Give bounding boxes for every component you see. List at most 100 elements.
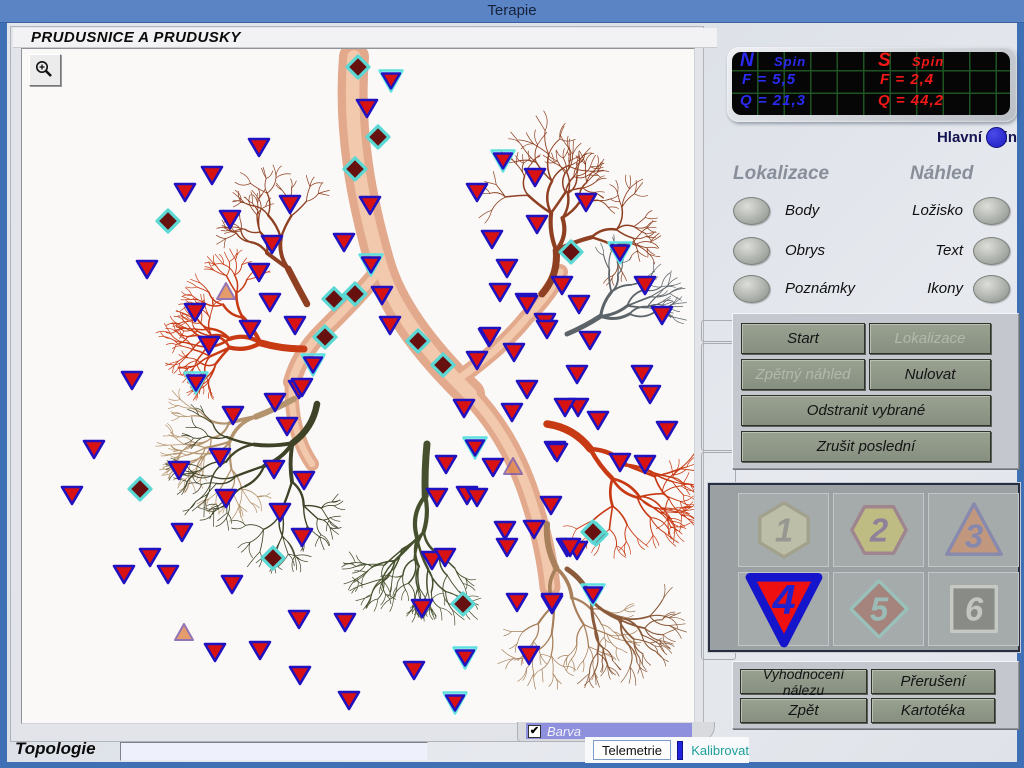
triangle-marker[interactable] (337, 689, 361, 716)
nulovat-button[interactable]: Nulovat (869, 359, 991, 390)
marker-type-6[interactable]: 6 (928, 572, 1019, 646)
diamond-marker[interactable] (312, 324, 338, 355)
triangle-marker[interactable] (156, 563, 180, 590)
triangle-marker[interactable] (290, 376, 314, 403)
triangle-marker-selected[interactable] (490, 149, 516, 178)
triangle-marker[interactable] (465, 181, 489, 208)
triangle-marker[interactable] (220, 573, 244, 600)
triangle-marker[interactable] (292, 469, 316, 496)
triangle-marker[interactable] (275, 415, 299, 442)
triangle-marker[interactable] (203, 641, 227, 668)
diamond-marker[interactable] (345, 54, 371, 85)
triangle-marker[interactable] (434, 453, 458, 480)
triangle-marker[interactable] (638, 383, 662, 410)
radio-text[interactable] (973, 237, 1010, 265)
orange-triangle-marker[interactable] (502, 456, 524, 481)
triangle-marker[interactable] (539, 494, 563, 521)
orange-triangle-marker[interactable] (173, 622, 195, 647)
triangle-marker[interactable] (586, 409, 610, 436)
triangle-marker[interactable] (505, 591, 529, 618)
triangle-marker[interactable] (370, 284, 394, 311)
triangle-marker[interactable] (522, 518, 546, 545)
lokalizace-button[interactable]: Lokalizace (869, 323, 991, 354)
orange-triangle-marker[interactable] (215, 281, 237, 306)
odstranit-vybrane-button[interactable]: Odstranit vybrané (741, 395, 991, 426)
diamond-marker[interactable] (260, 545, 286, 576)
triangle-marker-selected[interactable] (358, 253, 384, 282)
zoom-button[interactable] (29, 54, 61, 86)
triangle-marker[interactable] (333, 611, 357, 638)
diamond-marker[interactable] (558, 239, 584, 270)
triangle-marker[interactable] (60, 484, 84, 511)
marker-type-3[interactable]: 3 (928, 493, 1019, 567)
telemetrie-button[interactable]: Telemetrie (593, 740, 671, 760)
barva-checkbox[interactable]: ✔ (528, 725, 541, 738)
triangle-marker[interactable] (167, 459, 191, 486)
triangle-marker[interactable] (287, 608, 311, 635)
triangle-marker[interactable] (263, 391, 287, 418)
triangle-marker[interactable] (238, 318, 262, 345)
triangle-marker[interactable] (495, 536, 519, 563)
triangle-marker[interactable] (425, 486, 449, 513)
triangle-marker[interactable] (247, 261, 271, 288)
triangle-marker[interactable] (410, 597, 434, 624)
marker-type-2[interactable]: 2 (833, 493, 924, 567)
triangle-marker[interactable] (170, 521, 194, 548)
triangle-marker[interactable] (452, 397, 476, 424)
radio-lozisko[interactable] (973, 197, 1010, 225)
triangle-marker[interactable] (535, 318, 559, 345)
topologie-input[interactable] (120, 742, 428, 761)
triangle-marker[interactable] (258, 291, 282, 318)
triangle-marker[interactable] (355, 97, 379, 124)
triangle-marker[interactable] (214, 487, 238, 514)
kartoteka-button[interactable]: Kartotéka (871, 698, 995, 723)
radio-body[interactable] (733, 197, 770, 225)
triangle-marker[interactable] (515, 378, 539, 405)
kalibrovat-label[interactable]: Kalibrovat (691, 743, 749, 758)
triangle-marker[interactable] (278, 193, 302, 220)
triangle-marker[interactable] (495, 257, 519, 284)
triangle-marker[interactable] (558, 536, 582, 563)
triangle-marker[interactable] (500, 401, 524, 428)
diamond-marker[interactable] (342, 156, 368, 187)
triangle-marker[interactable] (135, 258, 159, 285)
triangle-marker[interactable] (82, 438, 106, 465)
diamond-marker[interactable] (365, 124, 391, 155)
triangle-marker[interactable] (488, 281, 512, 308)
triangle-marker[interactable] (247, 136, 271, 163)
triangle-marker[interactable] (268, 501, 292, 528)
triangle-marker[interactable] (574, 191, 598, 218)
triangle-marker[interactable] (465, 486, 489, 513)
triangle-marker[interactable] (480, 228, 504, 255)
triangle-marker[interactable] (540, 591, 564, 618)
diamond-marker[interactable] (127, 476, 153, 507)
zpet-button[interactable]: Zpět (740, 698, 867, 723)
triangle-marker[interactable] (218, 208, 242, 235)
triangle-marker[interactable] (502, 341, 526, 368)
diamond-marker[interactable] (430, 352, 456, 383)
triangle-marker[interactable] (515, 293, 539, 320)
triangle-marker[interactable] (550, 274, 574, 301)
triangle-marker[interactable] (633, 274, 657, 301)
zrusit-posledni-button[interactable]: Zrušit poslední (741, 431, 991, 462)
triangle-marker[interactable] (290, 526, 314, 553)
triangle-marker-selected[interactable] (183, 371, 209, 400)
triangle-marker-selected[interactable] (580, 583, 606, 612)
preruseni-button[interactable]: Přerušení (871, 669, 995, 694)
triangle-marker[interactable] (525, 213, 549, 240)
triangle-marker[interactable] (517, 644, 541, 671)
triangle-marker[interactable] (288, 664, 312, 691)
triangle-marker[interactable] (465, 349, 489, 376)
marker-type-5[interactable]: 5 (833, 572, 924, 646)
triangle-marker[interactable] (248, 639, 272, 666)
triangle-marker[interactable] (650, 304, 674, 331)
triangle-marker[interactable] (208, 446, 232, 473)
diamond-marker[interactable] (155, 208, 181, 239)
triangle-marker[interactable] (608, 451, 632, 478)
triangle-marker[interactable] (112, 563, 136, 590)
triangle-marker[interactable] (378, 314, 402, 341)
triangle-marker-selected[interactable] (442, 691, 468, 720)
triangle-marker[interactable] (433, 546, 457, 573)
marker-type-1[interactable]: 1 (738, 493, 829, 567)
diamond-marker[interactable] (405, 328, 431, 359)
